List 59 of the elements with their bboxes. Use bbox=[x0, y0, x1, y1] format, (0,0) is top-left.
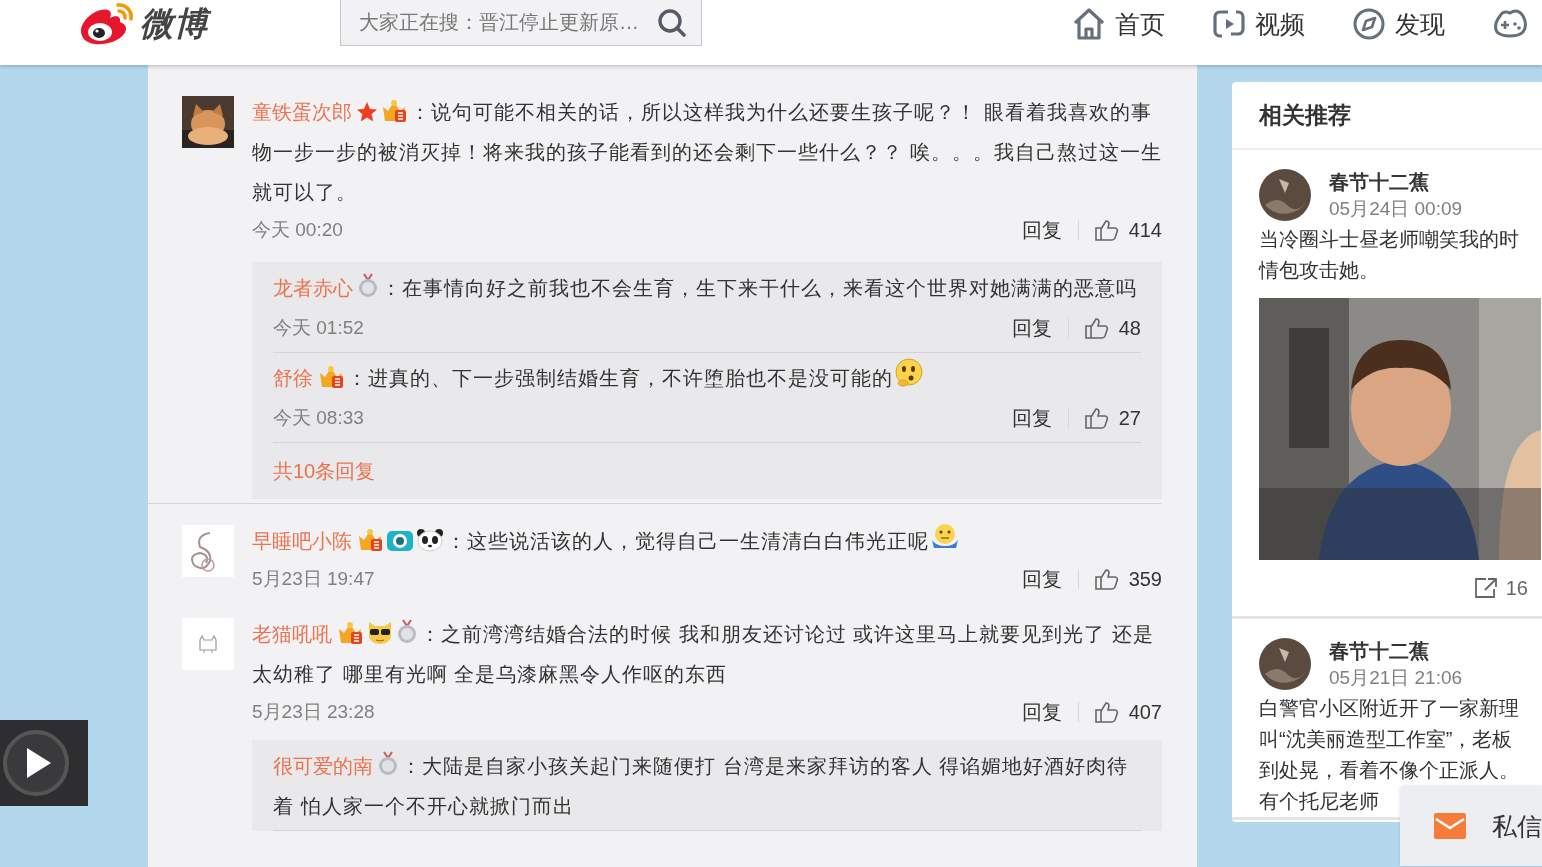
sunglasses-emoji-icon bbox=[366, 619, 394, 645]
mail-icon bbox=[1434, 813, 1466, 839]
post-text: 当冷圈斗士昼老师嘲笑我的时 情包攻击她。 bbox=[1259, 227, 1520, 283]
reply-link[interactable]: 回复 bbox=[1021, 216, 1062, 244]
like-button[interactable]: 48 bbox=[1084, 316, 1141, 340]
home-icon bbox=[1072, 7, 1106, 41]
crown-badge-icon bbox=[336, 621, 364, 645]
comment-text: 很可爱的南 ：大陆是自家小孩关起门来随便打 台湾是来家拜访的客人 得谄媚地好酒好肉待着 怕人家一个不开心就掀门而出 bbox=[273, 746, 1141, 826]
thumbs-up-icon bbox=[1094, 219, 1119, 241]
comment-text: 老猫吼吼 ：之前湾湾结婚合法的时候 我和朋友还讨论过 或许这里马上就要见到光了 还是太幼稚了 哪里有光啊 全是乌漆麻黑令人作呕的东西 bbox=[252, 614, 1162, 694]
medal-icon bbox=[377, 751, 399, 777]
reply-link[interactable]: 回复 bbox=[1011, 314, 1052, 342]
like-button[interactable]: 27 bbox=[1084, 406, 1141, 430]
reply-link[interactable]: 回复 bbox=[1011, 404, 1052, 432]
medal-icon bbox=[396, 619, 418, 645]
nav-link[interactable]: 发现 bbox=[1352, 4, 1445, 44]
share-button[interactable]: 16 bbox=[1473, 576, 1528, 600]
nav-link[interactable]: 视频 bbox=[1212, 4, 1305, 44]
avatar-icon bbox=[1259, 638, 1311, 690]
comment-text: 龙者赤心 ：在事情向好之前我也不会生育，生下来干什么，来看这个世界对她满满的恶意吗 bbox=[273, 268, 1141, 308]
post-date: 05月21日 21:06 bbox=[1329, 666, 1463, 690]
compass-icon bbox=[1352, 7, 1386, 41]
thumbs-up-icon bbox=[1084, 317, 1109, 339]
camera-icon bbox=[386, 528, 414, 552]
search-icon[interactable] bbox=[657, 7, 687, 38]
thinking-emoji-icon bbox=[893, 357, 925, 389]
comment-text: 早睡吧小陈 ：这些说活该的人，觉得自己一生清清白白伟光正呢 bbox=[252, 521, 1162, 561]
comment-time: 今天 08:33 bbox=[273, 406, 364, 430]
reply-link[interactable]: 回复 bbox=[1021, 698, 1062, 726]
reply-link[interactable]: 回复 bbox=[1021, 565, 1062, 593]
crown-badge-icon bbox=[356, 528, 384, 552]
nav-link[interactable]: 首页 bbox=[1072, 4, 1165, 44]
author-name[interactable]: 春节十二蕉 bbox=[1329, 637, 1463, 665]
thumbs-up-icon bbox=[1084, 407, 1109, 429]
star-icon bbox=[356, 101, 378, 123]
comment-time: 5月23日 19:47 bbox=[252, 567, 375, 591]
crown-badge-icon bbox=[317, 365, 345, 389]
thumbs-up-icon bbox=[1094, 701, 1119, 723]
video-icon bbox=[1212, 7, 1246, 41]
like-button[interactable]: 407 bbox=[1094, 700, 1162, 724]
like-button[interactable]: 359 bbox=[1094, 567, 1162, 591]
medal-icon bbox=[357, 273, 379, 299]
search-field[interactable]: 大家正在搜：晋江停止更新原… bbox=[340, 0, 702, 46]
panda-icon bbox=[416, 528, 444, 552]
post-date: 05月24日 00:09 bbox=[1329, 197, 1463, 221]
thumbs-up-icon bbox=[1094, 568, 1119, 590]
comment-time: 5月23日 23:28 bbox=[252, 700, 375, 724]
like-button[interactable]: 414 bbox=[1094, 218, 1162, 242]
avatar-icon bbox=[1259, 169, 1311, 221]
messages-button[interactable]: 私信 bbox=[1400, 786, 1542, 866]
play-button[interactable] bbox=[0, 720, 88, 806]
share-icon bbox=[1473, 577, 1498, 599]
comment-time: 今天 01:52 bbox=[273, 316, 364, 340]
comment-time: 今天 00:20 bbox=[252, 218, 343, 242]
author-name[interactable]: 春节十二蕉 bbox=[1329, 168, 1463, 196]
section-title: 相关推荐 bbox=[1232, 82, 1542, 150]
comment-text: 童铁蛋次郎 ：说句可能不相关的话，所以这样我为什么还要生孩子呢？！ 眼看着我喜欢的事物一步一步的被消灭掉！将来我的孩子能看到的还会剩下一些什么？？ 唉。。。我自己熬过这一生就可以了。 bbox=[252, 98, 1162, 205]
comment-text: 舒徐 ：进真的、下一步强制结婚生育，不许堕胎也不是没可能的 bbox=[273, 357, 1141, 398]
crown-badge-icon bbox=[380, 99, 408, 123]
